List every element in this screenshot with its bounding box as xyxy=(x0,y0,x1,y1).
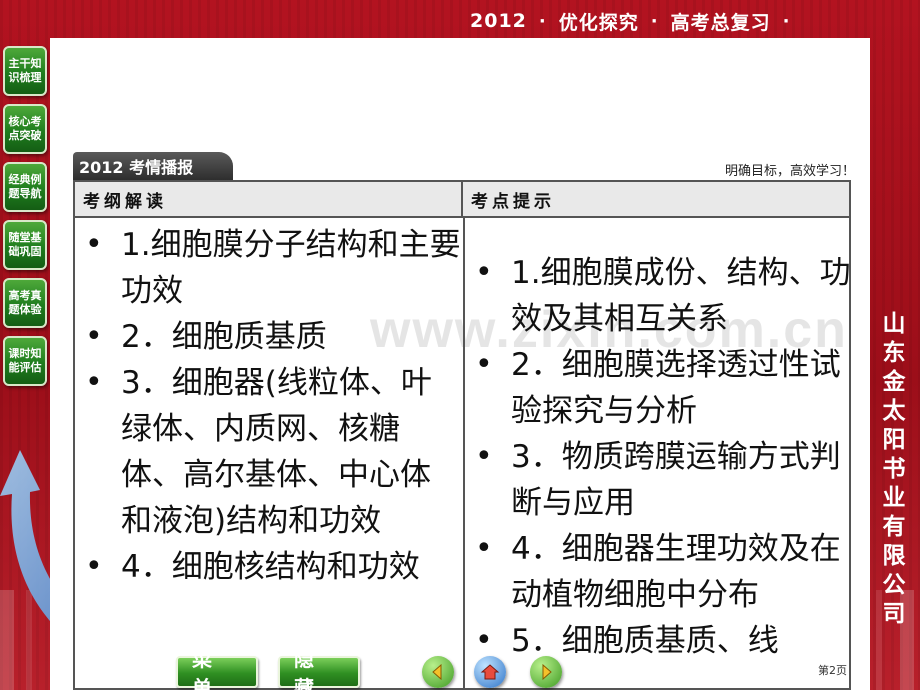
table-header-tips: 考点提示 xyxy=(463,182,849,218)
nav-item-label: 随堂基础巩固 xyxy=(8,231,42,258)
list-item: 2．细胞质基质 xyxy=(75,314,461,360)
list-item: 3．细胞器(线粒体、叶绿体、内质网、核糖体、高尔基体、中心体和液泡)结构和功效 xyxy=(75,360,461,544)
header-subject: 高考总复习 xyxy=(670,11,771,34)
header-year: 2012 xyxy=(470,10,527,32)
list-item: 1.细胞膜成份、结构、功效及其相互关系 xyxy=(465,250,851,342)
nav-item-label: 高考真题体验 xyxy=(8,289,42,316)
menu-button[interactable]: 菜单 xyxy=(176,647,258,690)
exam-info-table: 考纲解读 考点提示 1.细胞膜分子结构和主要功效 2．细胞质基质 3．细胞器(线… xyxy=(73,180,851,690)
page-number: 第2页 xyxy=(818,664,847,677)
nav-item-consolidation[interactable]: 随堂基础巩固 xyxy=(3,220,47,270)
nav-item-label: 经典例题导航 xyxy=(8,173,42,200)
company-banner: 山东金太阳书业有限公司 xyxy=(882,311,906,627)
nav-item-label: 核心考点突破 xyxy=(8,115,42,142)
tips-list: 1.细胞膜成份、结构、功效及其相互关系 2．细胞膜选择透过性试验探究与分析 3．… xyxy=(465,250,851,664)
nav-item-main-knowledge[interactable]: 主干知识梳理 xyxy=(3,46,47,96)
previous-arrow-icon[interactable] xyxy=(422,656,454,688)
list-item: 4．细胞器生理功效及在动植物细胞中分布 xyxy=(465,526,851,618)
nav-item-label: 主干知识梳理 xyxy=(8,57,42,84)
header-bar: 2012 · 优化探究 · 高考总复习 · xyxy=(470,4,910,38)
list-item: 5．细胞质基质、线 xyxy=(465,618,851,664)
nav-item-assessment[interactable]: 课时知能评估 xyxy=(3,336,47,386)
header-course: 优化探究 xyxy=(558,11,639,34)
header-separator: · xyxy=(650,10,659,32)
nav-item-core-points[interactable]: 核心考点突破 xyxy=(3,104,47,154)
outline-list: 1.细胞膜分子结构和主要功效 2．细胞质基质 3．细胞器(线粒体、叶绿体、内质网… xyxy=(75,222,461,590)
header-separator: · xyxy=(782,10,791,32)
list-item: 3．物质跨膜运输方式判断与应用 xyxy=(465,434,851,526)
table-header-outline: 考纲解读 xyxy=(75,182,463,218)
section-motto: 明确目标，高效学习！ xyxy=(724,164,855,179)
nav-item-real-exam[interactable]: 高考真题体验 xyxy=(3,278,47,328)
next-arrow-icon[interactable] xyxy=(530,656,562,688)
list-item: 1.细胞膜分子结构和主要功效 xyxy=(75,222,461,314)
hide-button[interactable]: 隐藏 xyxy=(278,647,360,690)
list-item: 2．细胞膜选择透过性试验探究与分析 xyxy=(465,342,851,434)
list-item: 4．细胞核结构和功效 xyxy=(75,544,461,590)
section-title-tab: 2012 考情播报 xyxy=(73,152,233,180)
home-icon[interactable] xyxy=(474,656,506,688)
header-separator: · xyxy=(538,10,547,32)
nav-item-label: 课时知能评估 xyxy=(8,347,42,374)
nav-item-examples[interactable]: 经典例题导航 xyxy=(3,162,47,212)
